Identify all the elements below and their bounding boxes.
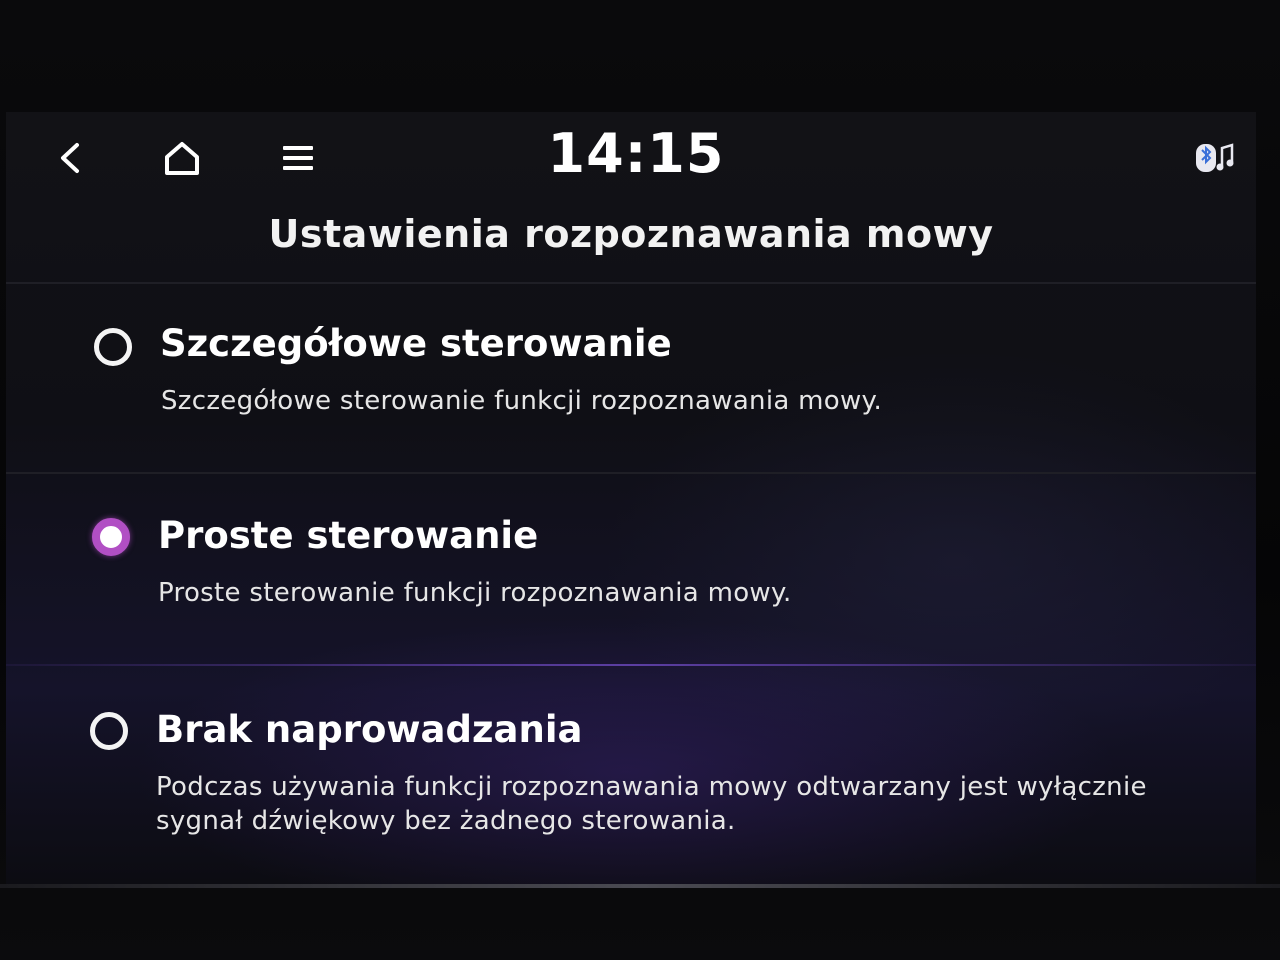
option-description: Szczegółowe sterowanie funkcji rozpoznaw… — [161, 386, 883, 416]
infotainment-screen: 14:15 Ustawienia rozpoznawania mowy Szcz… — [6, 112, 1256, 884]
menu-button[interactable] — [270, 130, 326, 186]
clock: 14:15 — [547, 122, 725, 185]
bluetooth-audio-status — [1192, 138, 1242, 178]
radio-detailed-guidance[interactable] — [94, 328, 132, 366]
top-bar: 14:15 — [6, 112, 1256, 200]
hamburger-menu-icon — [283, 146, 313, 170]
back-chevron-icon — [61, 143, 79, 173]
home-button[interactable] — [154, 130, 210, 186]
option-title: Brak naprowadzania — [156, 708, 583, 751]
radio-no-guidance[interactable] — [90, 712, 128, 750]
option-title: Proste sterowanie — [158, 514, 539, 557]
bluetooth-audio-icon — [1196, 143, 1234, 172]
option-title: Szczegółowe sterowanie — [160, 322, 672, 365]
back-button[interactable] — [42, 130, 98, 186]
option-detailed-guidance[interactable]: Szczegółowe sterowanie Szczegółowe stero… — [6, 284, 1256, 472]
option-description: Proste sterowanie funkcji rozpoznawania … — [158, 578, 792, 608]
radio-simple-guidance[interactable] — [92, 518, 130, 556]
option-no-guidance[interactable]: Brak naprowadzania Podczas używania funk… — [6, 666, 1256, 876]
home-icon — [165, 142, 199, 175]
option-simple-guidance[interactable]: Proste sterowanie Proste sterowanie funk… — [6, 474, 1256, 664]
bezel-edge — [0, 884, 1280, 888]
page-title: Ustawienia rozpoznawania mowy — [268, 212, 994, 256]
option-description: Podczas używania funkcji rozpoznawania m… — [156, 772, 1147, 836]
